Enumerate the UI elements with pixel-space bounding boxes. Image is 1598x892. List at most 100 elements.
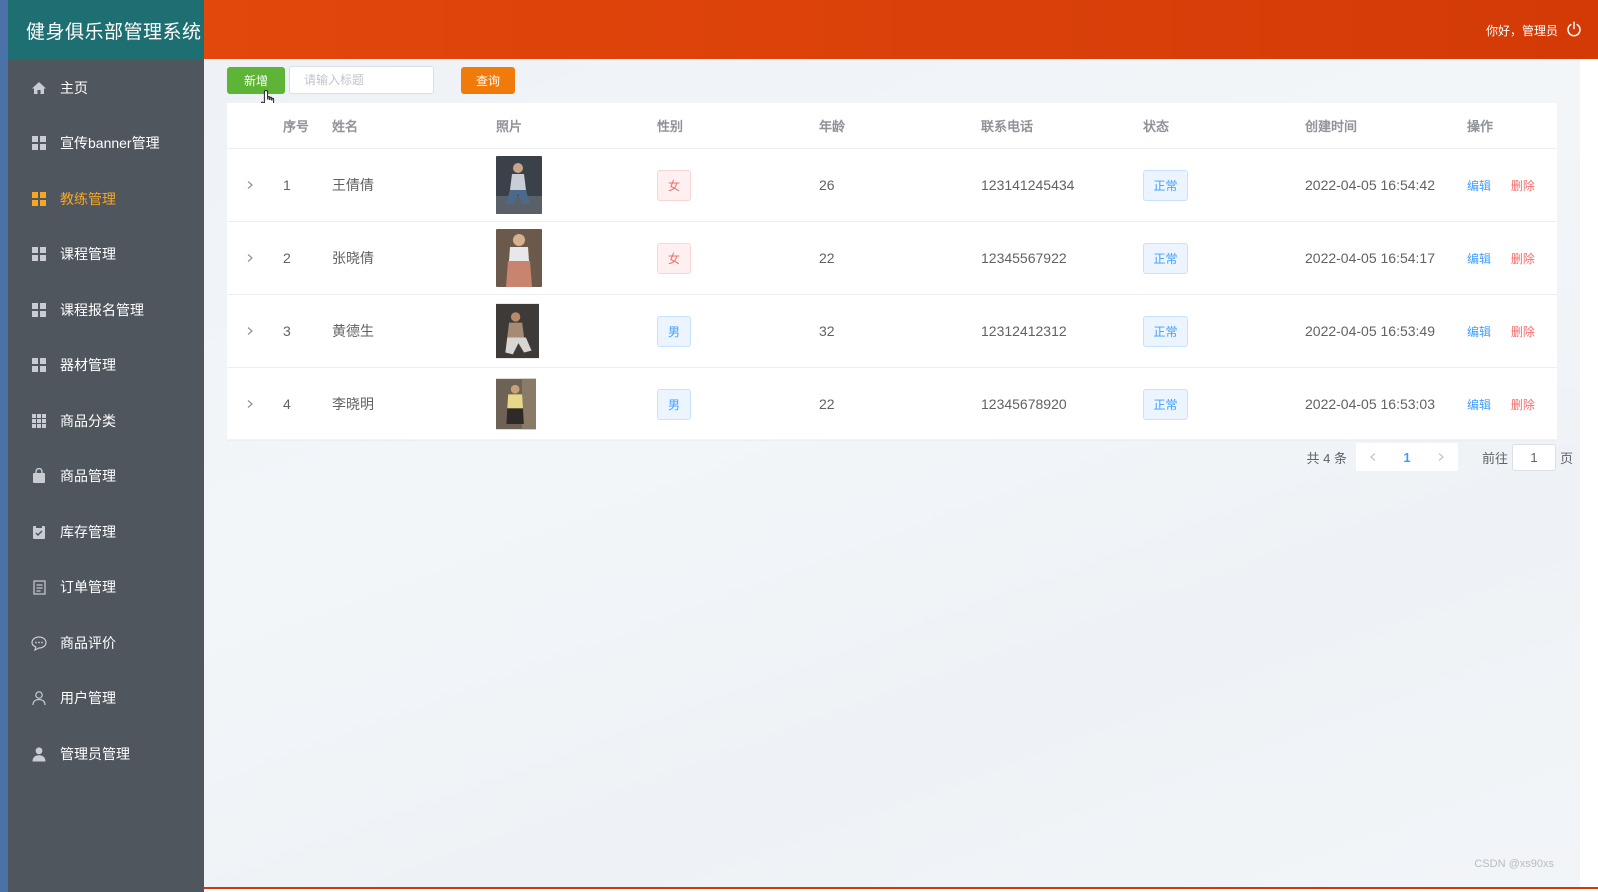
search-input[interactable] (289, 66, 434, 94)
sidebar-item-label: 课程管理 (60, 246, 116, 263)
table-header: 序号 姓名 照片 性别 年龄 联系电话 状态 创建时间 操作 (227, 103, 1557, 149)
goto-label: 前往 (1481, 450, 1508, 466)
col-actions-header: 操作 (1467, 119, 1494, 134)
sidebar-item-users[interactable]: 用户管理 (8, 671, 204, 727)
sidebar-item-category[interactable]: 商品分类 (8, 393, 204, 449)
chevron-right-icon[interactable] (245, 250, 255, 266)
window-edge (0, 0, 8, 892)
prev-page-button[interactable] (1355, 443, 1390, 471)
sidebar-item-orders[interactable]: 订单管理 (8, 560, 204, 616)
gender-tag: 男 (657, 315, 691, 347)
search-button[interactable]: 查询 (461, 67, 515, 94)
row-index: 1 (283, 177, 291, 193)
sidebar-item-product[interactable]: 商品管理 (8, 449, 204, 505)
watermark: CSDN @xs90xs (1474, 858, 1554, 870)
user-solid-icon (31, 746, 47, 762)
sidebar-item-label: 商品分类 (60, 412, 116, 429)
table-row: 4 李晓明 男 22 12345678920 正常 2022-04-05 16:… (227, 368, 1557, 441)
coach-photo[interactable] (496, 229, 542, 287)
sidebar-item-label: 商品管理 (60, 468, 116, 485)
pagination-total: 共 4 条 (1306, 450, 1347, 466)
sidebar-item-course[interactable]: 课程管理 (8, 227, 204, 283)
status-badge: 正常 (1143, 242, 1188, 274)
row-phone: 12345567922 (981, 250, 1067, 266)
grid-icon (31, 302, 47, 318)
sidebar-item-coach[interactable]: 教练管理 (8, 171, 204, 227)
col-created-header: 创建时间 (1305, 119, 1358, 134)
page-suffix: 页 (1559, 450, 1573, 466)
col-name-header: 姓名 (332, 119, 359, 134)
sidebar-item-inventory[interactable]: 库存管理 (8, 504, 204, 560)
chevron-right-icon[interactable] (245, 396, 255, 412)
table-row: 1 王倩倩 女 26 123141245434 正常 2022-04-05 16… (227, 149, 1557, 222)
sidebar-item-equipment[interactable]: 器材管理 (8, 338, 204, 394)
coach-photo[interactable] (496, 156, 542, 214)
chat-icon (31, 635, 47, 651)
row-name: 王倩倩 (332, 177, 374, 193)
sidebar-item-label: 用户管理 (60, 690, 116, 707)
row-index: 3 (283, 323, 291, 339)
row-phone: 12312412312 (981, 323, 1067, 339)
chevron-right-icon[interactable] (245, 323, 255, 339)
sidebar-item-enrollment[interactable]: 课程报名管理 (8, 282, 204, 338)
col-age-header: 年龄 (819, 119, 846, 134)
home-icon (31, 80, 47, 96)
row-name: 张晓倩 (332, 250, 374, 266)
table-row: 2 张晓倩 女 22 12345567922 正常 2022-04-05 16:… (227, 222, 1557, 295)
user-outline-icon (31, 690, 47, 706)
delete-link[interactable]: 删除 (1511, 325, 1535, 339)
delete-link[interactable]: 删除 (1511, 398, 1535, 412)
main-content: 新增 查询 序号 姓名 照片 性别 年龄 联系电话 状态 创建时间 操作 1 王… (204, 59, 1598, 887)
sidebar-item-admins[interactable]: 管理员管理 (8, 726, 204, 782)
top-bar: 你好，管理员 (204, 0, 1598, 59)
delete-link[interactable]: 删除 (1511, 252, 1535, 266)
row-phone: 123141245434 (981, 177, 1075, 193)
sidebar-item-banner[interactable]: 宣传banner管理 (8, 116, 204, 172)
goto-page-input[interactable] (1511, 443, 1556, 471)
sidebar-item-reviews[interactable]: 商品评价 (8, 615, 204, 671)
app-title: 健身俱乐部管理系统 (8, 0, 204, 60)
gender-tag: 男 (657, 388, 691, 420)
edit-link[interactable]: 编辑 (1467, 398, 1491, 412)
status-badge: 正常 (1143, 388, 1188, 420)
clipboard-icon (31, 524, 47, 540)
col-phone-header: 联系电话 (981, 119, 1034, 134)
row-age: 22 (819, 396, 835, 412)
col-photo-header: 照片 (496, 119, 523, 134)
grid-icon (31, 191, 47, 207)
grid-icon (31, 357, 47, 373)
sidebar-item-label: 器材管理 (60, 357, 116, 374)
coach-photo[interactable] (496, 375, 536, 433)
edit-link[interactable]: 编辑 (1467, 179, 1491, 193)
chevron-right-icon[interactable] (245, 177, 255, 193)
sidebar-item-home[interactable]: 主页 (8, 60, 204, 116)
gender-tag: 女 (657, 169, 691, 201)
edit-link[interactable]: 编辑 (1467, 252, 1491, 266)
delete-link[interactable]: 删除 (1511, 179, 1535, 193)
sidebar-item-label: 库存管理 (60, 523, 116, 540)
row-created: 2022-04-05 16:54:17 (1305, 250, 1435, 266)
apps-icon (31, 413, 47, 429)
coach-photo[interactable] (496, 302, 539, 360)
sidebar-item-label: 商品评价 (60, 634, 116, 651)
page-number-current[interactable]: 1 (1389, 443, 1424, 471)
sidebar-item-label: 主页 (60, 79, 88, 96)
chevron-left-icon (1370, 453, 1376, 461)
pagination: 共 4 条 1 前往 页 (1306, 443, 1573, 471)
row-created: 2022-04-05 16:53:49 (1305, 323, 1435, 339)
user-greeting: 你好，管理员 (1485, 24, 1558, 38)
row-name: 李晓明 (332, 396, 374, 412)
row-phone: 12345678920 (981, 396, 1067, 412)
document-icon (31, 579, 47, 595)
row-age: 26 (819, 177, 835, 193)
edit-link[interactable]: 编辑 (1467, 325, 1491, 339)
next-page-button[interactable] (1423, 443, 1458, 471)
row-age: 22 (819, 250, 835, 266)
power-icon[interactable] (1566, 21, 1582, 37)
bottom-border (204, 887, 1598, 892)
sidebar: 健身俱乐部管理系统 主页 宣传banner管理 教练管理 课程管理 课程报名管理… (8, 0, 204, 892)
table-row: 3 黄德生 男 32 12312412312 正常 2022-04-05 16:… (227, 295, 1557, 368)
col-status-header: 状态 (1143, 119, 1170, 134)
status-badge: 正常 (1143, 315, 1188, 347)
window-edge-right (1580, 59, 1598, 889)
